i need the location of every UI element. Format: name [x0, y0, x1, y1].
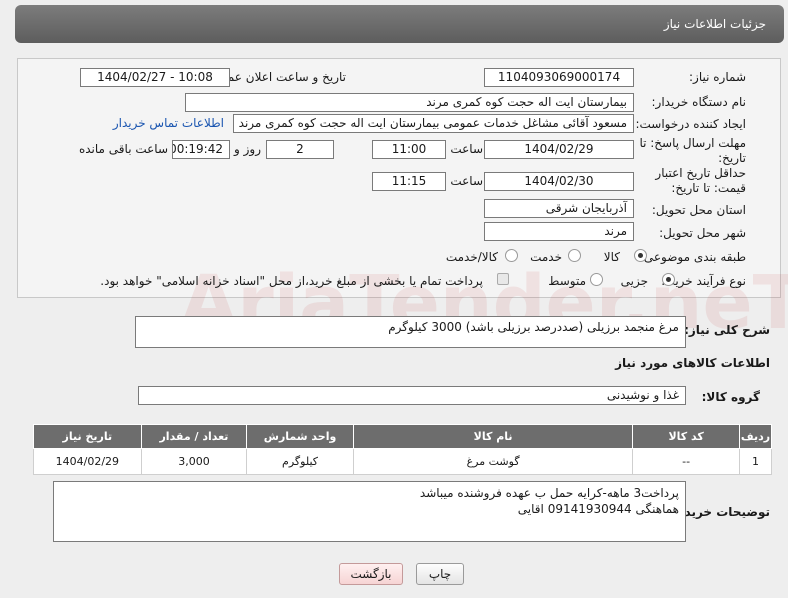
- print-button[interactable]: چاپ: [416, 563, 464, 585]
- page-title: جزئیات اطلاعات نیاز: [663, 17, 766, 31]
- col-header-row: ردیف: [738, 424, 773, 449]
- goods-section-title: اطلاعات کالاهای مورد نیاز: [615, 356, 770, 370]
- need-number-field[interactable]: 1104093069000174: [484, 68, 634, 87]
- validity-time-label: ساعت: [450, 174, 483, 188]
- page-header: جزئیات اطلاعات نیاز: [15, 5, 784, 43]
- remaining-label: ساعت باقی مانده: [78, 142, 168, 156]
- description-label: شرح کلی نیاز:: [684, 323, 770, 337]
- cell-row: 1: [738, 448, 773, 475]
- buyer-notes-field[interactable]: پرداخت3 ماهه-کرایه حمل ب عهده فروشنده می…: [53, 481, 686, 542]
- days-field[interactable]: 2: [266, 140, 334, 159]
- process-option-minor: جزیی: [620, 274, 648, 288]
- days-label: روز و: [234, 142, 261, 156]
- cell-name: گوشت مرغ: [352, 448, 634, 475]
- category-radio-goods-service[interactable]: [505, 249, 518, 262]
- validity-label: حداقل تاریخ اعتبار قیمت: تا تاریخ:: [655, 166, 746, 195]
- city-label: شهر محل تحویل:: [659, 226, 746, 240]
- col-header-code: کد کالا: [632, 424, 740, 449]
- treasury-checkbox[interactable]: [497, 273, 509, 285]
- cell-qty: 3,000: [140, 448, 248, 475]
- city-field[interactable]: مرند: [484, 222, 634, 241]
- process-option-medium: متوسط: [548, 274, 586, 288]
- cell-unit: کیلوگرم: [246, 448, 354, 475]
- buyer-notes-line1: پرداخت3 ماهه-کرایه حمل ب عهده فروشنده می…: [419, 486, 679, 500]
- deadline-label: مهلت ارسال پاسخ: تا تاریخ:: [639, 136, 746, 165]
- goods-group-label: گروه کالا:: [701, 390, 760, 404]
- buyer-org-field[interactable]: بیمارستان ایت اله حجت کوه کمری مرند: [185, 93, 634, 112]
- back-button[interactable]: بازگشت: [339, 563, 403, 585]
- process-radio-medium[interactable]: [590, 273, 603, 286]
- creator-field[interactable]: مسعود آقائی مشاغل خدمات عمومی بیمارستان …: [233, 114, 634, 133]
- need-number-label: شماره نیاز:: [689, 70, 746, 84]
- goods-group-field[interactable]: غذا و نوشیدنی: [138, 386, 686, 405]
- deadline-date-field[interactable]: 1404/02/29: [484, 140, 634, 159]
- cell-date: 1404/02/29: [33, 448, 142, 475]
- remaining-time-field[interactable]: 00:19:42: [172, 140, 230, 159]
- deadline-time-label: ساعت: [450, 142, 483, 156]
- table-row[interactable]: 1 -- گوشت مرغ کیلوگرم 3,000 1404/02/29: [33, 448, 773, 475]
- table-header-row: ردیف کد کالا نام کالا واحد شمارش تعداد /…: [33, 424, 773, 449]
- col-header-date: تاریخ نیاز: [33, 424, 142, 449]
- validity-time-field[interactable]: 11:15: [372, 172, 446, 191]
- cell-code: --: [632, 448, 740, 475]
- announce-field[interactable]: 1404/02/27 - 10:08: [80, 68, 230, 87]
- validity-date-field[interactable]: 1404/02/30: [484, 172, 634, 191]
- process-radio-minor[interactable]: [662, 273, 675, 286]
- buyer-notes-line2: هماهنگی 09141930944 اقایی: [517, 502, 679, 516]
- col-header-name: نام کالا: [352, 424, 634, 449]
- contact-info-link[interactable]: اطلاعات تماس خریدار: [113, 116, 224, 130]
- items-table: ردیف کد کالا نام کالا واحد شمارش تعداد /…: [33, 424, 773, 475]
- category-radio-service[interactable]: [568, 249, 581, 262]
- deadline-time-field[interactable]: 11:00: [372, 140, 446, 159]
- category-option-goods: کالا: [603, 250, 620, 264]
- province-field[interactable]: آذربایجان شرقی: [484, 199, 634, 218]
- category-label: طبقه بندی موضوعی:: [639, 250, 746, 264]
- category-option-service: خدمت: [530, 250, 562, 264]
- col-header-unit: واحد شمارش: [246, 424, 354, 449]
- category-radio-goods[interactable]: [634, 249, 647, 262]
- payment-note: پرداخت تمام یا بخشی از مبلغ خرید،از محل …: [100, 274, 483, 288]
- description-field[interactable]: مرغ منجمد برزیلی (صددرصد برزیلی باشد) 30…: [135, 316, 686, 348]
- creator-label: ایجاد کننده درخواست:: [635, 117, 746, 131]
- buyer-org-label: نام دستگاه خریدار:: [651, 95, 747, 109]
- category-option-goods-service: کالا/خدمت: [445, 250, 498, 264]
- col-header-qty: تعداد / مقدار: [140, 424, 248, 449]
- province-label: استان محل تحویل:: [651, 203, 746, 217]
